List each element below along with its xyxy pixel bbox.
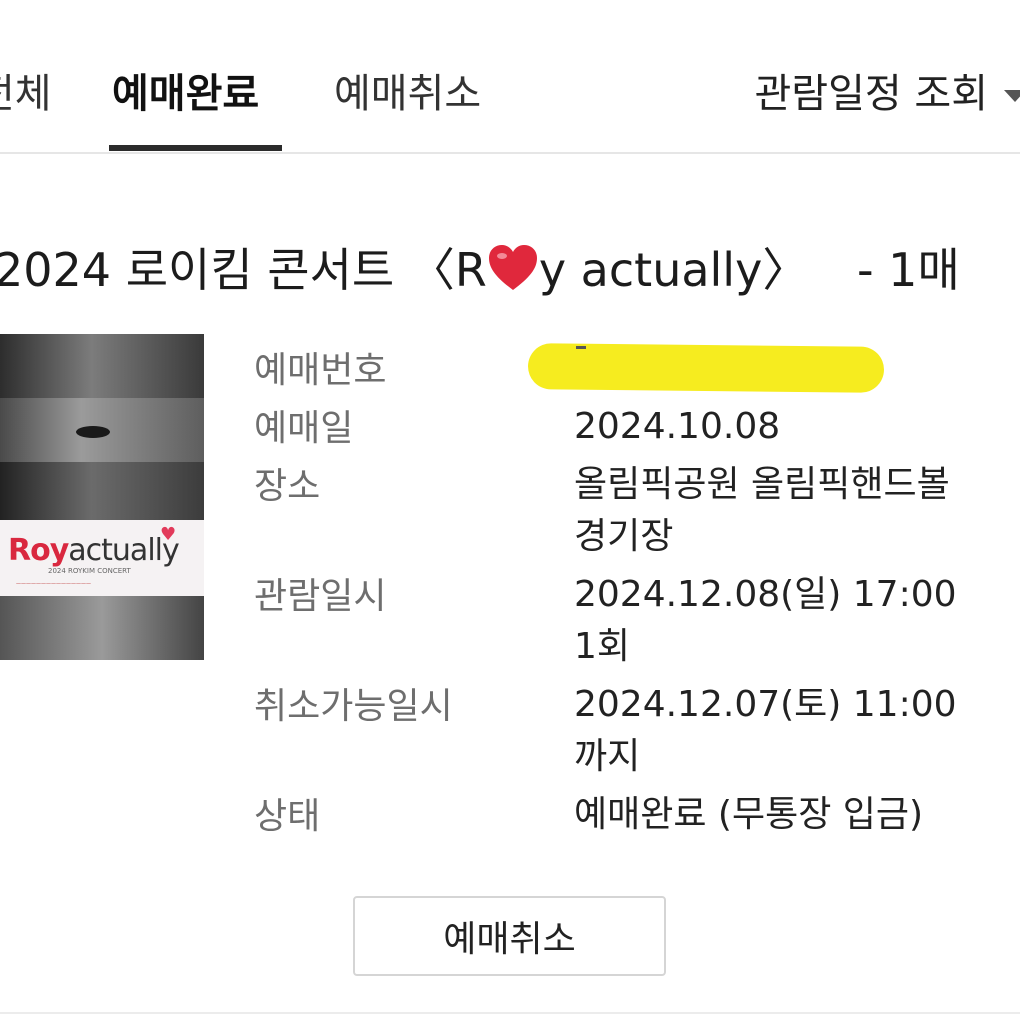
show-time-value-line2: 1회	[574, 626, 631, 667]
cancel-deadline-label: 취소가능일시	[254, 686, 453, 727]
chevron-down-icon[interactable]	[1004, 90, 1020, 102]
poster-photo-panel	[0, 462, 204, 520]
highlighter-redaction	[527, 343, 885, 393]
booking-date-value: 2024.10.08	[574, 406, 781, 447]
cancel-deadline-value-line2: 까지	[574, 736, 641, 777]
venue-label: 장소	[254, 466, 321, 507]
tab-cancelled[interactable]: 예매취소	[334, 62, 481, 126]
venue-value-line2: 경기장	[574, 516, 674, 557]
tab-bar: 전체 예매완료 예매취소 관람일정 조회	[0, 0, 1020, 154]
poster-photo-panel	[0, 334, 204, 398]
poster-eye-detail	[76, 426, 110, 438]
poster-small-print: ———————————————	[16, 581, 91, 587]
title-suffix: y actually〉	[538, 243, 809, 297]
ticket-quantity: - 1매	[856, 243, 960, 297]
title-prefix: 2024 로이킴 콘서트 〈R	[0, 243, 487, 297]
status-value: 예매완료 (무통장 입금)	[574, 794, 924, 835]
schedule-query-dropdown[interactable]: 관람일정 조회	[754, 62, 988, 126]
booking-title: 2024 로이킴 콘서트 〈R y actually〉 - 1매	[0, 240, 960, 306]
venue-value-line1: 올림픽공원 올림픽핸드볼	[574, 464, 950, 505]
show-time-label: 관람일시	[254, 576, 387, 617]
tab-booked[interactable]: 예매완료	[112, 62, 259, 126]
poster-heart-icon: ♥	[160, 524, 177, 545]
cancel-booking-button[interactable]: 예매취소	[353, 896, 666, 976]
booking-number-value	[576, 346, 586, 349]
divider	[0, 1012, 1020, 1014]
booking-number-label: 예매번호	[254, 350, 387, 391]
tab-all[interactable]: 전체	[0, 62, 52, 126]
cancel-deadline-value-line1: 2024.12.07(토) 11:00	[574, 684, 957, 725]
schedule-query-label: 관람일정 조회	[754, 71, 988, 117]
heart-icon	[487, 244, 539, 306]
poster-subtitle: 2024 ROYKIM CONCERT	[48, 567, 131, 575]
active-tab-indicator	[109, 145, 282, 151]
booking-date-label: 예매일	[254, 408, 354, 449]
poster-photo-panel	[0, 596, 204, 660]
show-time-value-line1: 2024.12.08(일) 17:00	[574, 574, 957, 615]
concert-poster[interactable]: Royactually ♥ 2024 ROYKIM CONCERT ——————…	[0, 334, 204, 660]
poster-brand: Royactually	[8, 533, 180, 568]
status-label: 상태	[254, 796, 321, 837]
